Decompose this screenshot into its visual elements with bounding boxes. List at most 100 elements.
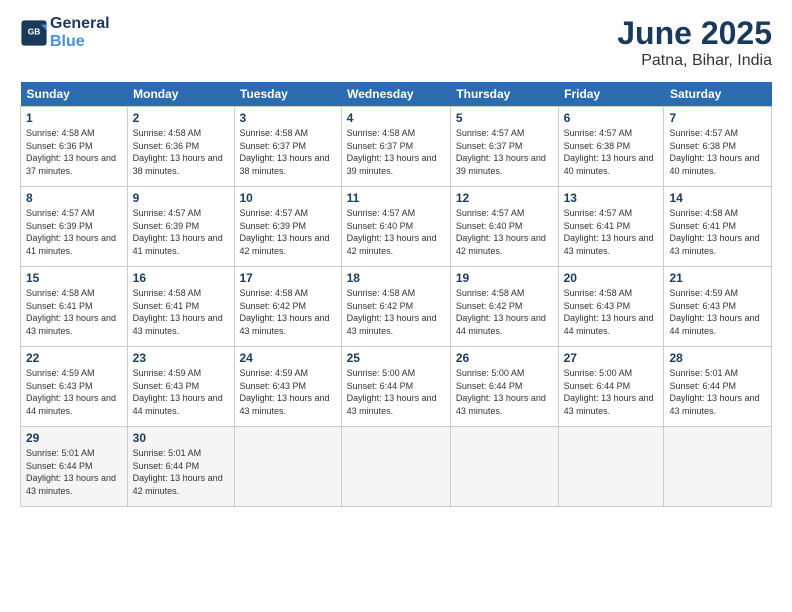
col-wednesday: Wednesday: [341, 82, 450, 107]
day-number: 6: [564, 111, 659, 125]
calendar-cell: 22 Sunrise: 4:59 AMSunset: 6:43 PMDaylig…: [21, 347, 128, 427]
calendar-cell: [234, 427, 341, 507]
day-info: Sunrise: 4:58 AMSunset: 6:41 PMDaylight:…: [26, 287, 122, 337]
day-number: 20: [564, 271, 659, 285]
calendar-row-2: 15 Sunrise: 4:58 AMSunset: 6:41 PMDaylig…: [21, 267, 772, 347]
calendar-cell: 30 Sunrise: 5:01 AMSunset: 6:44 PMDaylig…: [127, 427, 234, 507]
calendar-row-0: 1 Sunrise: 4:58 AMSunset: 6:36 PMDayligh…: [21, 107, 772, 187]
calendar-cell: 1 Sunrise: 4:58 AMSunset: 6:36 PMDayligh…: [21, 107, 128, 187]
calendar-cell: 5 Sunrise: 4:57 AMSunset: 6:37 PMDayligh…: [450, 107, 558, 187]
calendar-cell: 16 Sunrise: 4:58 AMSunset: 6:41 PMDaylig…: [127, 267, 234, 347]
day-number: 24: [240, 351, 336, 365]
calendar-subtitle: Patna, Bihar, India: [617, 52, 772, 70]
calendar-title: June 2025: [617, 15, 772, 52]
calendar-cell: 8 Sunrise: 4:57 AMSunset: 6:39 PMDayligh…: [21, 187, 128, 267]
day-info: Sunrise: 4:57 AMSunset: 6:39 PMDaylight:…: [240, 207, 336, 257]
day-info: Sunrise: 4:59 AMSunset: 6:43 PMDaylight:…: [240, 367, 336, 417]
calendar-cell: 14 Sunrise: 4:58 AMSunset: 6:41 PMDaylig…: [664, 187, 772, 267]
calendar-cell: 3 Sunrise: 4:58 AMSunset: 6:37 PMDayligh…: [234, 107, 341, 187]
calendar-cell: 28 Sunrise: 5:01 AMSunset: 6:44 PMDaylig…: [664, 347, 772, 427]
day-number: 25: [347, 351, 445, 365]
day-number: 4: [347, 111, 445, 125]
day-info: Sunrise: 4:57 AMSunset: 6:39 PMDaylight:…: [133, 207, 229, 257]
calendar-cell: 21 Sunrise: 4:59 AMSunset: 6:43 PMDaylig…: [664, 267, 772, 347]
calendar-cell: 25 Sunrise: 5:00 AMSunset: 6:44 PMDaylig…: [341, 347, 450, 427]
day-info: Sunrise: 4:57 AMSunset: 6:37 PMDaylight:…: [456, 127, 553, 177]
calendar-cell: 17 Sunrise: 4:58 AMSunset: 6:42 PMDaylig…: [234, 267, 341, 347]
col-friday: Friday: [558, 82, 664, 107]
calendar-cell: 13 Sunrise: 4:57 AMSunset: 6:41 PMDaylig…: [558, 187, 664, 267]
day-number: 1: [26, 111, 122, 125]
logo: GB General Blue: [20, 15, 110, 50]
calendar-cell: 6 Sunrise: 4:57 AMSunset: 6:38 PMDayligh…: [558, 107, 664, 187]
calendar-cell: 10 Sunrise: 4:57 AMSunset: 6:39 PMDaylig…: [234, 187, 341, 267]
day-info: Sunrise: 4:59 AMSunset: 6:43 PMDaylight:…: [26, 367, 122, 417]
calendar-page: GB General Blue June 2025 Patna, Bihar, …: [0, 0, 792, 612]
day-number: 8: [26, 191, 122, 205]
header: GB General Blue June 2025 Patna, Bihar, …: [20, 15, 772, 70]
calendar-cell: 26 Sunrise: 5:00 AMSunset: 6:44 PMDaylig…: [450, 347, 558, 427]
day-number: 30: [133, 431, 229, 445]
day-number: 22: [26, 351, 122, 365]
day-info: Sunrise: 4:58 AMSunset: 6:37 PMDaylight:…: [240, 127, 336, 177]
col-saturday: Saturday: [664, 82, 772, 107]
day-info: Sunrise: 4:58 AMSunset: 6:41 PMDaylight:…: [669, 207, 766, 257]
day-number: 17: [240, 271, 336, 285]
col-thursday: Thursday: [450, 82, 558, 107]
col-monday: Monday: [127, 82, 234, 107]
calendar-cell: 18 Sunrise: 4:58 AMSunset: 6:42 PMDaylig…: [341, 267, 450, 347]
header-row: Sunday Monday Tuesday Wednesday Thursday…: [21, 82, 772, 107]
title-block: June 2025 Patna, Bihar, India: [617, 15, 772, 70]
logo-blue: Blue: [50, 33, 110, 51]
calendar-cell: [450, 427, 558, 507]
day-number: 14: [669, 191, 766, 205]
calendar-table: Sunday Monday Tuesday Wednesday Thursday…: [20, 82, 772, 507]
day-number: 27: [564, 351, 659, 365]
day-info: Sunrise: 4:57 AMSunset: 6:38 PMDaylight:…: [564, 127, 659, 177]
calendar-row-4: 29 Sunrise: 5:01 AMSunset: 6:44 PMDaylig…: [21, 427, 772, 507]
day-number: 29: [26, 431, 122, 445]
day-number: 16: [133, 271, 229, 285]
day-number: 3: [240, 111, 336, 125]
day-number: 10: [240, 191, 336, 205]
day-number: 19: [456, 271, 553, 285]
calendar-cell: 2 Sunrise: 4:58 AMSunset: 6:36 PMDayligh…: [127, 107, 234, 187]
day-info: Sunrise: 4:58 AMSunset: 6:36 PMDaylight:…: [133, 127, 229, 177]
day-number: 2: [133, 111, 229, 125]
day-info: Sunrise: 5:00 AMSunset: 6:44 PMDaylight:…: [564, 367, 659, 417]
day-number: 15: [26, 271, 122, 285]
day-info: Sunrise: 4:58 AMSunset: 6:43 PMDaylight:…: [564, 287, 659, 337]
day-number: 13: [564, 191, 659, 205]
calendar-cell: 4 Sunrise: 4:58 AMSunset: 6:37 PMDayligh…: [341, 107, 450, 187]
col-tuesday: Tuesday: [234, 82, 341, 107]
calendar-cell: 24 Sunrise: 4:59 AMSunset: 6:43 PMDaylig…: [234, 347, 341, 427]
calendar-cell: 27 Sunrise: 5:00 AMSunset: 6:44 PMDaylig…: [558, 347, 664, 427]
day-info: Sunrise: 4:58 AMSunset: 6:42 PMDaylight:…: [240, 287, 336, 337]
day-number: 7: [669, 111, 766, 125]
calendar-cell: 19 Sunrise: 4:58 AMSunset: 6:42 PMDaylig…: [450, 267, 558, 347]
day-info: Sunrise: 4:57 AMSunset: 6:40 PMDaylight:…: [456, 207, 553, 257]
day-info: Sunrise: 4:57 AMSunset: 6:41 PMDaylight:…: [564, 207, 659, 257]
day-number: 23: [133, 351, 229, 365]
calendar-cell: [341, 427, 450, 507]
day-info: Sunrise: 4:58 AMSunset: 6:36 PMDaylight:…: [26, 127, 122, 177]
day-info: Sunrise: 4:58 AMSunset: 6:41 PMDaylight:…: [133, 287, 229, 337]
calendar-cell: 9 Sunrise: 4:57 AMSunset: 6:39 PMDayligh…: [127, 187, 234, 267]
day-number: 5: [456, 111, 553, 125]
calendar-cell: 20 Sunrise: 4:58 AMSunset: 6:43 PMDaylig…: [558, 267, 664, 347]
day-number: 28: [669, 351, 766, 365]
day-info: Sunrise: 5:01 AMSunset: 6:44 PMDaylight:…: [26, 447, 122, 497]
day-info: Sunrise: 4:58 AMSunset: 6:42 PMDaylight:…: [456, 287, 553, 337]
day-info: Sunrise: 4:58 AMSunset: 6:42 PMDaylight:…: [347, 287, 445, 337]
day-info: Sunrise: 4:58 AMSunset: 6:37 PMDaylight:…: [347, 127, 445, 177]
day-number: 12: [456, 191, 553, 205]
day-number: 9: [133, 191, 229, 205]
day-info: Sunrise: 4:59 AMSunset: 6:43 PMDaylight:…: [133, 367, 229, 417]
day-info: Sunrise: 4:57 AMSunset: 6:38 PMDaylight:…: [669, 127, 766, 177]
svg-text:GB: GB: [28, 26, 41, 36]
calendar-cell: 7 Sunrise: 4:57 AMSunset: 6:38 PMDayligh…: [664, 107, 772, 187]
calendar-cell: 29 Sunrise: 5:01 AMSunset: 6:44 PMDaylig…: [21, 427, 128, 507]
day-number: 11: [347, 191, 445, 205]
calendar-cell: 15 Sunrise: 4:58 AMSunset: 6:41 PMDaylig…: [21, 267, 128, 347]
calendar-row-1: 8 Sunrise: 4:57 AMSunset: 6:39 PMDayligh…: [21, 187, 772, 267]
